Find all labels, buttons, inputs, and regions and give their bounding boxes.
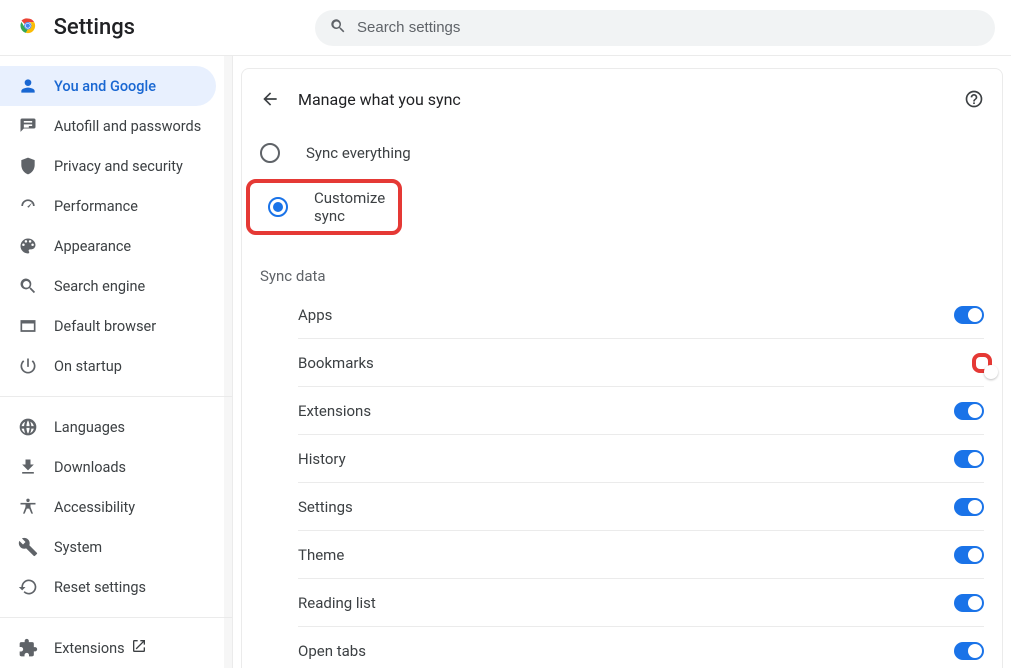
sidebar-item-label: Search engine bbox=[54, 278, 145, 295]
toggle-reading-list[interactable] bbox=[954, 594, 984, 612]
sidebar: You and Google Autofill and passwords Priv… bbox=[0, 56, 233, 668]
sidebar-item-default-browser[interactable]: Default browser bbox=[0, 306, 216, 346]
toggle-open-tabs[interactable] bbox=[954, 642, 984, 660]
toggle-label: History bbox=[298, 450, 346, 468]
sync-row-history: History bbox=[298, 435, 984, 483]
downloads-icon bbox=[18, 457, 38, 477]
toggle-label: Extensions bbox=[298, 402, 371, 420]
sidebar-item-label: System bbox=[54, 539, 102, 556]
toggle-label: Reading list bbox=[298, 594, 376, 612]
toggle-label: Open tabs bbox=[298, 642, 366, 660]
scrollbar[interactable] bbox=[224, 56, 232, 668]
toggle-extensions[interactable] bbox=[954, 402, 984, 420]
radio-label: Sync everything bbox=[306, 144, 411, 162]
sidebar-item-label: On startup bbox=[54, 358, 122, 375]
you-and-google-icon bbox=[18, 76, 38, 96]
sidebar-item-performance[interactable]: Performance bbox=[0, 186, 216, 226]
back-button[interactable] bbox=[260, 89, 280, 109]
default-browser-icon bbox=[18, 316, 38, 336]
sidebar-item-label: Performance bbox=[54, 198, 138, 215]
appearance-icon bbox=[18, 236, 38, 256]
performance-icon bbox=[18, 196, 38, 216]
radio-indicator[interactable] bbox=[268, 197, 288, 217]
app-title: Settings bbox=[54, 15, 135, 40]
search-icon bbox=[329, 17, 357, 39]
sidebar-item-on-startup[interactable]: On startup bbox=[0, 346, 216, 386]
sidebar-item-label: Reset settings bbox=[54, 579, 146, 596]
search-settings[interactable] bbox=[315, 10, 995, 46]
page-title: Manage what you sync bbox=[298, 90, 964, 109]
languages-icon bbox=[18, 417, 38, 437]
toggle-settings[interactable] bbox=[954, 498, 984, 516]
sync-row-settings: Settings bbox=[298, 483, 984, 531]
chrome-logo-icon bbox=[18, 16, 38, 40]
sync-data-heading: Sync data bbox=[242, 245, 1002, 291]
radio-indicator[interactable] bbox=[260, 143, 280, 163]
toggle-label: Theme bbox=[298, 546, 344, 564]
reset-icon bbox=[18, 577, 38, 597]
sidebar-item-label: Autofill and passwords bbox=[54, 118, 201, 135]
on-startup-icon bbox=[18, 356, 38, 376]
sync-row-open-tabs: Open tabs bbox=[298, 627, 984, 668]
sync-row-extensions: Extensions bbox=[298, 387, 984, 435]
sidebar-item-label: Accessibility bbox=[54, 499, 135, 516]
sync-row-theme: Theme bbox=[298, 531, 984, 579]
sidebar-item-languages[interactable]: Languages bbox=[0, 407, 216, 447]
annotation-highlight: Customize sync bbox=[246, 179, 402, 235]
radio-label: Customize sync bbox=[314, 189, 398, 225]
sidebar-item-autofill[interactable]: Autofill and passwords bbox=[0, 106, 216, 146]
privacy-icon bbox=[18, 156, 38, 176]
toggle-apps[interactable] bbox=[954, 306, 984, 324]
accessibility-icon bbox=[18, 497, 38, 517]
sidebar-item-label: Downloads bbox=[54, 459, 126, 476]
sidebar-item-you-and-google[interactable]: You and Google bbox=[0, 66, 216, 106]
help-button[interactable] bbox=[964, 89, 984, 109]
sidebar-item-accessibility[interactable]: Accessibility bbox=[0, 487, 216, 527]
toggle-history[interactable] bbox=[954, 450, 984, 468]
sidebar-item-label: Appearance bbox=[54, 238, 131, 255]
sidebar-item-extensions[interactable]: Extensions bbox=[0, 628, 216, 668]
sidebar-item-reset[interactable]: Reset settings bbox=[0, 567, 216, 607]
search-input[interactable] bbox=[357, 19, 981, 36]
system-icon bbox=[18, 537, 38, 557]
radio-customize-sync[interactable]: Customize sync bbox=[250, 183, 398, 231]
toggle-theme[interactable] bbox=[954, 546, 984, 564]
sidebar-item-label: You and Google bbox=[54, 78, 156, 95]
open-external-icon bbox=[131, 638, 147, 658]
radio-sync-everything[interactable]: Sync everything bbox=[242, 129, 1002, 177]
sync-row-bookmarks: Bookmarks bbox=[298, 339, 984, 387]
sync-row-reading-list: Reading list bbox=[298, 579, 984, 627]
search-engine-icon bbox=[18, 276, 38, 296]
sidebar-item-appearance[interactable]: Appearance bbox=[0, 226, 216, 266]
extensions-icon bbox=[18, 638, 38, 658]
toggle-label: Apps bbox=[298, 306, 332, 324]
autofill-icon bbox=[18, 116, 38, 136]
sync-row-apps: Apps bbox=[298, 291, 984, 339]
sidebar-item-label: Privacy and security bbox=[54, 158, 183, 175]
sidebar-item-label: Default browser bbox=[54, 318, 156, 335]
sidebar-item-privacy[interactable]: Privacy and security bbox=[0, 146, 216, 186]
sidebar-item-label: Languages bbox=[54, 419, 125, 436]
toggle-label: Bookmarks bbox=[298, 354, 374, 372]
sidebar-separator bbox=[0, 617, 232, 618]
sidebar-item-downloads[interactable]: Downloads bbox=[0, 447, 216, 487]
settings-card: Manage what you sync Sync everything Cust… bbox=[241, 68, 1003, 668]
sidebar-item-label: Extensions bbox=[54, 640, 125, 657]
sidebar-item-search-engine[interactable]: Search engine bbox=[0, 266, 216, 306]
sidebar-item-system[interactable]: System bbox=[0, 527, 216, 567]
toggle-label: Settings bbox=[298, 498, 353, 516]
sidebar-separator bbox=[0, 396, 232, 397]
annotation-highlight bbox=[972, 353, 992, 373]
